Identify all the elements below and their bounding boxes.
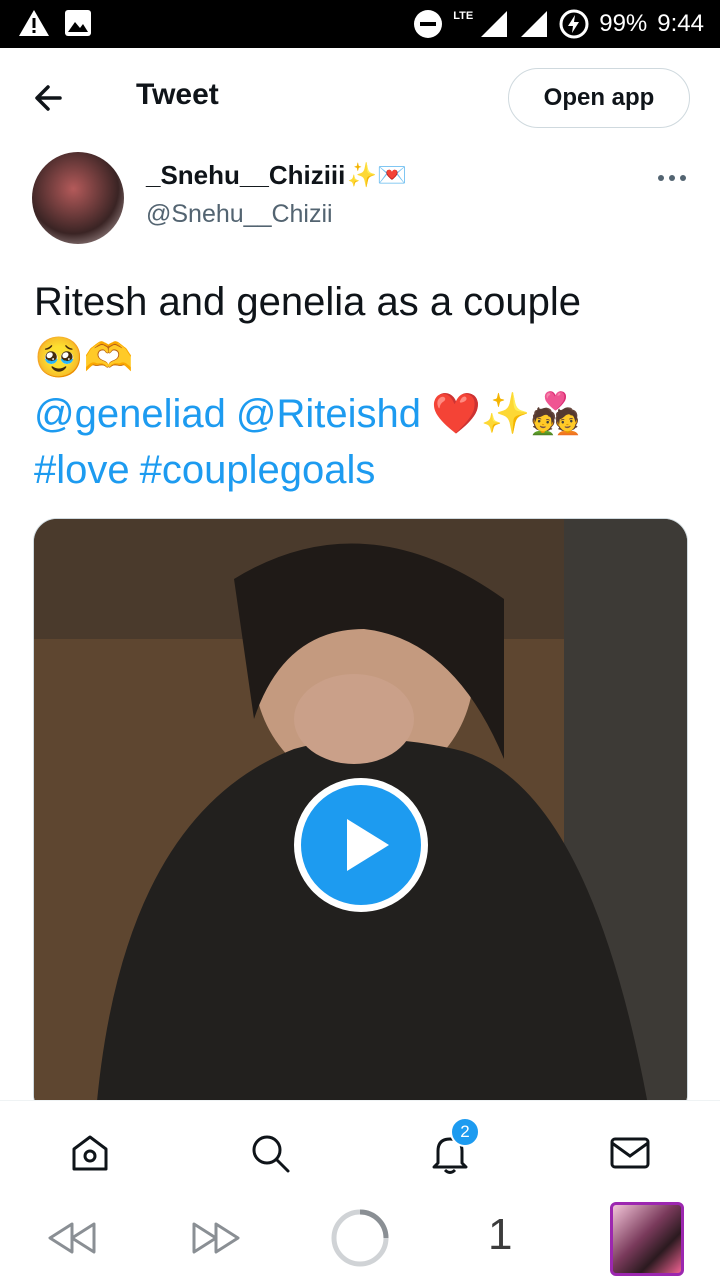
hashtag-link[interactable]: #love: [34, 442, 130, 498]
play-icon: [347, 819, 389, 871]
page-title: Tweet: [136, 78, 219, 111]
battery-percent: 99%: [599, 10, 648, 37]
tweet-line-2: 🥹🫶: [34, 330, 684, 386]
tab-messages[interactable]: [606, 1129, 654, 1177]
reload-button[interactable]: [330, 1208, 390, 1273]
signal-icon: [481, 11, 508, 37]
tweet-emojis-1: 🥹🫶: [34, 336, 134, 380]
play-button[interactable]: [294, 778, 428, 912]
home-icon: [72, 1135, 108, 1171]
more-options-button[interactable]: [654, 166, 690, 190]
more-icon: [658, 175, 686, 181]
image-icon: [65, 10, 91, 36]
status-left: [18, 8, 92, 38]
tab-home[interactable]: [66, 1129, 114, 1177]
loading-icon: [331, 1209, 389, 1267]
arrow-left-icon: [35, 85, 62, 111]
tweet-line-3: @geneliad @Riteishd ❤️✨💑: [34, 386, 684, 442]
tweet-line-1: Ritesh and genelia as a couple: [34, 274, 684, 330]
search-icon: [252, 1135, 290, 1173]
tweet-sentence: Ritesh and genelia as a couple: [34, 280, 582, 324]
browser-forward-button[interactable]: [190, 1218, 242, 1263]
clock: 9:44: [657, 10, 704, 37]
open-app-button[interactable]: Open app: [508, 68, 690, 128]
browser-back-button[interactable]: [46, 1218, 98, 1263]
tweet-text: Ritesh and genelia as a couple 🥹🫶 @genel…: [34, 274, 684, 498]
author-name-text: _Snehu__Chiziii: [146, 160, 346, 190]
avatar[interactable]: [32, 152, 124, 244]
tab-search[interactable]: [246, 1129, 294, 1177]
back-button[interactable]: [30, 80, 70, 116]
mail-icon: [610, 1137, 650, 1169]
battery-saver-icon: [559, 9, 589, 39]
hashtag-link[interactable]: #couplegoals: [140, 442, 376, 498]
mention-link[interactable]: @Riteishd: [236, 386, 421, 442]
browser-nav-bar: 1: [0, 1200, 720, 1280]
mention-link[interactable]: @geneliad: [34, 386, 226, 442]
bottom-tab-bar: 2: [0, 1100, 720, 1200]
notification-badge: 2: [450, 1117, 480, 1147]
author-name[interactable]: _Snehu__Chiziii ✨💌: [146, 160, 407, 191]
tab-count[interactable]: 1: [488, 1210, 512, 1260]
network-type: LTE: [453, 10, 474, 22]
status-right: LTE 99% 9:44: [413, 6, 704, 42]
warning-icon: [19, 10, 49, 36]
author-handle[interactable]: @Snehu__Chizii: [146, 200, 333, 229]
do-not-disturb-icon: [414, 10, 443, 38]
top-header: Tweet Open app: [0, 48, 720, 148]
tweet-emojis-2: ❤️✨💑: [430, 392, 581, 436]
author-name-emojis: ✨💌: [347, 162, 408, 189]
signal-icon-2: [521, 11, 548, 37]
fast-forward-icon: [192, 1222, 240, 1254]
profile-thumbnail[interactable]: [610, 1202, 684, 1276]
tweet-line-4: #love #couplegoals: [34, 442, 684, 498]
status-bar: LTE 99% 9:44: [0, 0, 720, 48]
rewind-icon: [48, 1222, 96, 1254]
